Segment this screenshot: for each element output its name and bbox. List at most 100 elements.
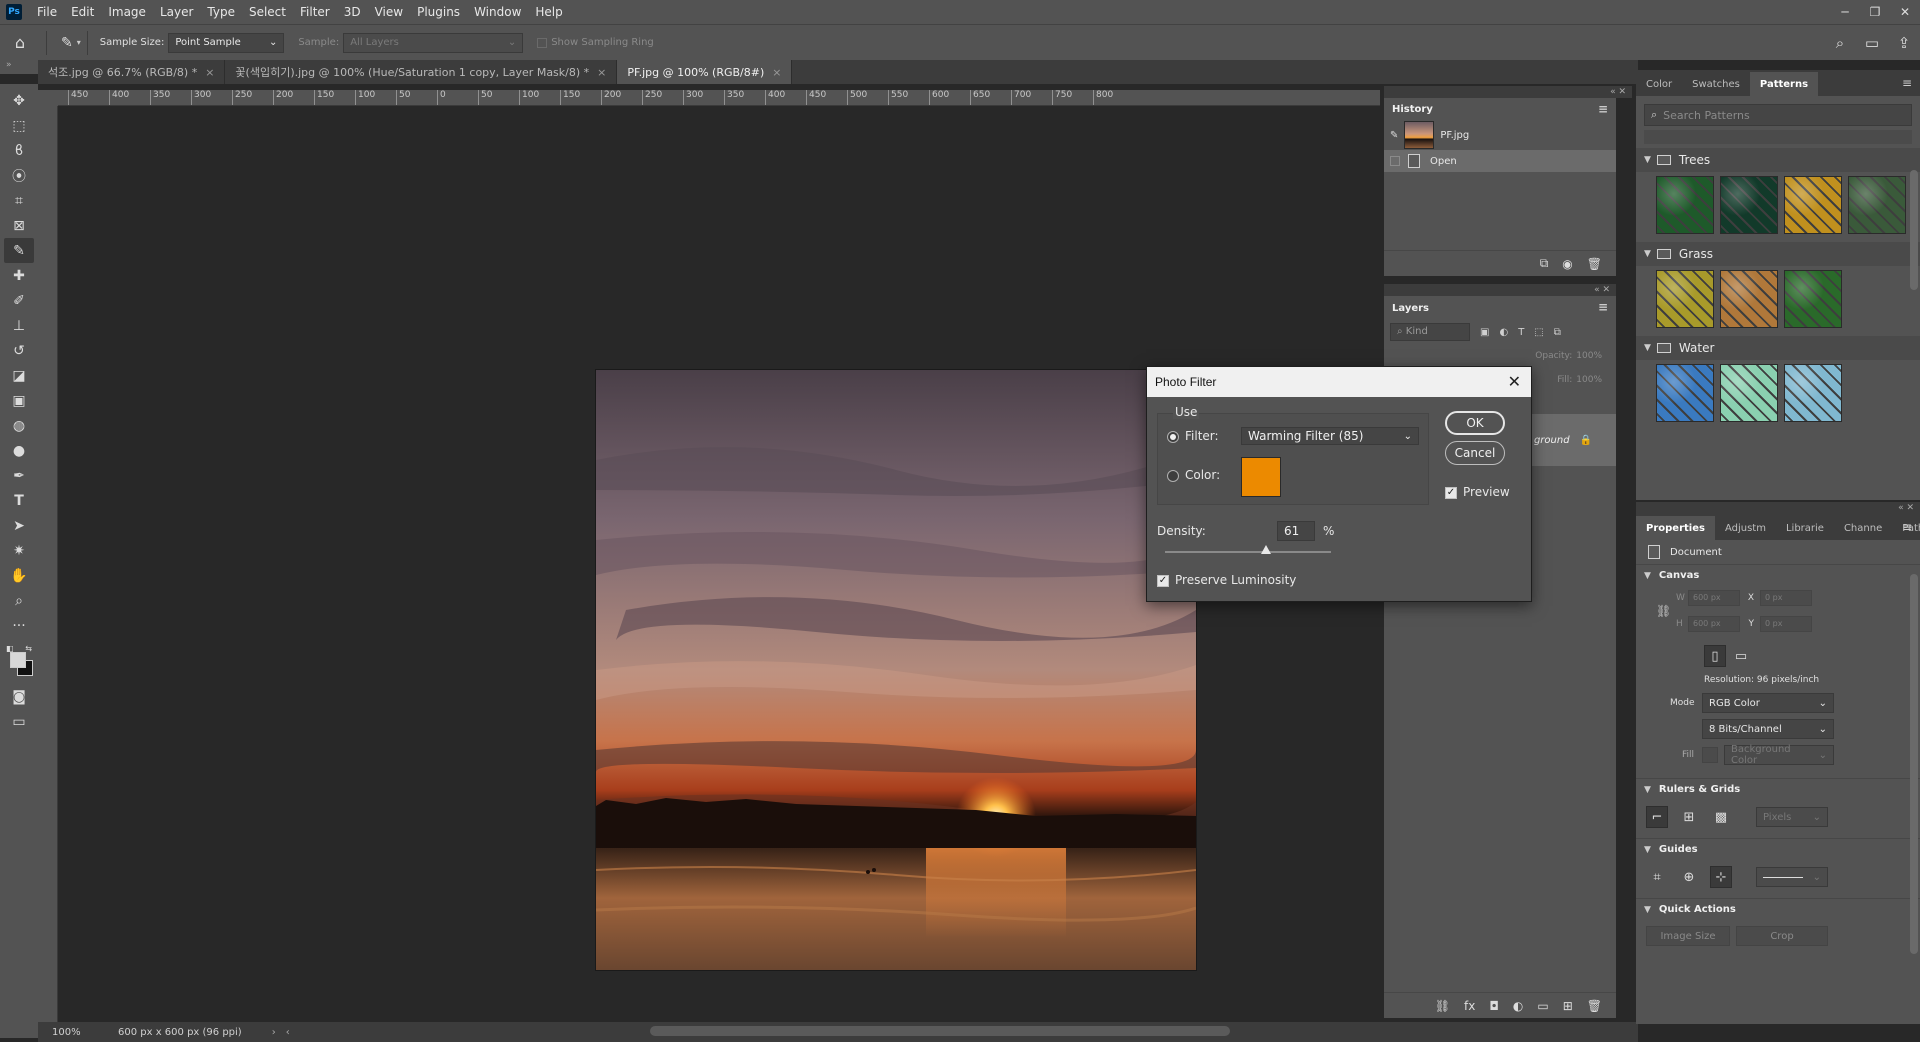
pattern-swatch[interactable] <box>1656 270 1714 328</box>
marquee-tool-icon[interactable]: ⬚ <box>4 113 34 138</box>
history-snapshot[interactable]: ✎ PF.jpg <box>1384 120 1616 150</box>
guides-section-header[interactable]: ▼ Guides <box>1636 838 1920 860</box>
fill-value[interactable]: 100% <box>1576 375 1602 385</box>
chevron-down-icon[interactable]: ▾ <box>77 38 81 47</box>
tab-swatches[interactable]: Swatches <box>1682 72 1750 96</box>
pattern-swatch[interactable] <box>1720 270 1778 328</box>
link-layers-icon[interactable]: ⛓ <box>1435 999 1450 1013</box>
screen-mode-icon[interactable]: ▭ <box>4 709 34 734</box>
x-input[interactable]: 0 px <box>1760 590 1812 606</box>
density-slider-track[interactable] <box>1165 551 1331 553</box>
pattern-swatch[interactable] <box>1784 270 1842 328</box>
document-tab[interactable]: 꽃(색입히기).jpg @ 100% (Hue/Saturation 1 cop… <box>225 60 618 84</box>
search-icon[interactable]: ⌕ <box>1824 34 1856 52</box>
filter-smart-object-icon[interactable]: ⧉ <box>1554 327 1561 338</box>
minimize-icon[interactable]: ─ <box>1830 0 1860 24</box>
menu-filter[interactable]: Filter <box>293 0 337 24</box>
add-mask-icon[interactable]: ◘ <box>1489 999 1499 1013</box>
gradient-tool-icon[interactable]: ▣ <box>4 388 34 413</box>
panel-menu-icon[interactable]: ≡ <box>1598 300 1608 314</box>
filter-color-swatch[interactable] <box>1241 457 1281 497</box>
menu-help[interactable]: Help <box>528 0 569 24</box>
panel-menu-icon[interactable]: ≡ <box>1598 102 1608 116</box>
filter-type-icon[interactable]: T <box>1518 327 1524 338</box>
horizontal-scrollbar[interactable] <box>650 1026 1230 1036</box>
eyedropper-preset-icon[interactable]: ✎ <box>61 35 73 51</box>
workspace-icon[interactable]: ▭ <box>1856 34 1888 52</box>
density-input[interactable]: 61 <box>1277 521 1315 541</box>
menu-window[interactable]: Window <box>467 0 528 24</box>
menu-edit[interactable]: Edit <box>64 0 101 24</box>
pixel-grid-icon[interactable]: ▩ <box>1710 806 1732 828</box>
clone-stamp-tool-icon[interactable]: ⊥ <box>4 313 34 338</box>
patterns-scrollbar[interactable] <box>1910 170 1918 290</box>
menu-plugins[interactable]: Plugins <box>410 0 467 24</box>
move-tool-icon[interactable]: ✥ <box>4 88 34 113</box>
patterns-slider-track[interactable] <box>1644 130 1912 144</box>
history-step[interactable]: Open <box>1384 150 1616 172</box>
layers-collapse-icon[interactable]: « ✕ <box>1384 284 1616 296</box>
new-layer-icon[interactable]: ⊞ <box>1563 999 1573 1013</box>
density-slider-thumb[interactable] <box>1261 545 1272 554</box>
document-tab[interactable]: 석조.jpg @ 66.7% (RGB/8) * × <box>38 60 226 84</box>
filter-radio[interactable] <box>1167 431 1179 443</box>
new-group-icon[interactable]: ▭ <box>1537 999 1548 1013</box>
pattern-swatch[interactable] <box>1848 176 1906 234</box>
tab-channe[interactable]: Channe <box>1834 516 1892 540</box>
filter-select[interactable]: Warming Filter (85) ⌄ <box>1241 427 1419 445</box>
lasso-tool-icon[interactable]: ϐ <box>4 138 34 163</box>
show-sampling-ring-checkbox[interactable] <box>537 37 548 48</box>
panel-menu-icon[interactable]: ≡ <box>1902 520 1912 534</box>
pen-tool-icon[interactable]: ✒ <box>4 463 34 488</box>
lock-icon[interactable]: 🔒 <box>1580 435 1592 446</box>
camera-snapshot-icon[interactable]: ◉ <box>1562 257 1572 271</box>
pattern-swatch[interactable] <box>1720 176 1778 234</box>
ruler-toggle-icon[interactable]: ⌐ <box>1646 806 1668 828</box>
quick-actions-section-header[interactable]: ▼ Quick Actions <box>1636 898 1920 920</box>
eraser-tool-icon[interactable]: ◪ <box>4 363 34 388</box>
preserve-luminosity-checkbox[interactable]: ✓ <box>1157 575 1169 587</box>
canvas-section-header[interactable]: ▼ Canvas <box>1636 564 1920 586</box>
sunset-photo[interactable] <box>596 370 1196 970</box>
close-tab-icon[interactable]: × <box>205 66 214 79</box>
menu-view[interactable]: View <box>368 0 410 24</box>
shape-tool-icon[interactable]: ✷ <box>4 538 34 563</box>
restore-icon[interactable]: ❐ <box>1860 0 1890 24</box>
layer-style-icon[interactable]: fx <box>1464 999 1475 1013</box>
bit-depth-select[interactable]: 8 Bits/Channel ⌄ <box>1702 719 1834 739</box>
quick-mask-icon[interactable]: ◙ <box>4 684 34 709</box>
close-tab-icon[interactable]: × <box>772 66 781 79</box>
frame-tool-icon[interactable]: ⊠ <box>4 213 34 238</box>
eyedropper-tool-icon[interactable]: ✎ <box>4 238 34 263</box>
history-brush-tool-icon[interactable]: ↺ <box>4 338 34 363</box>
toolbar-collapse-icon[interactable]: » <box>0 60 38 74</box>
menu-file[interactable]: File <box>30 0 64 24</box>
portrait-orientation-icon[interactable]: ▯ <box>1704 645 1726 667</box>
history-step-checkbox[interactable] <box>1390 156 1400 166</box>
path-select-tool-icon[interactable]: ➤ <box>4 513 34 538</box>
quick-select-tool-icon[interactable]: ⦿ <box>4 163 34 188</box>
preview-checkbox[interactable]: ✓ <box>1445 487 1457 499</box>
guide-style-select[interactable]: ⌄ <box>1756 867 1828 887</box>
hand-tool-icon[interactable]: ✋ <box>4 563 34 588</box>
height-input[interactable]: 600 px <box>1688 616 1740 632</box>
rulers-grids-section-header[interactable]: ▼ Rulers & Grids <box>1636 778 1920 800</box>
menu-type[interactable]: Type <box>200 0 242 24</box>
filter-pixel-icon[interactable]: ▣ <box>1480 327 1489 338</box>
close-icon[interactable]: ✕ <box>1508 372 1521 392</box>
mode-select[interactable]: RGB Color ⌄ <box>1702 693 1834 713</box>
grid-icon[interactable]: ⊞ <box>1678 806 1700 828</box>
pattern-swatch[interactable] <box>1656 364 1714 422</box>
menu-image[interactable]: Image <box>101 0 153 24</box>
search-patterns-input[interactable]: ⌕ Search Patterns <box>1644 104 1912 126</box>
crop-tool-icon[interactable]: ⌗ <box>4 188 34 213</box>
home-icon[interactable]: ⌂ <box>0 33 40 52</box>
fill-select[interactable]: Background Color ⌄ <box>1724 744 1834 766</box>
foreground-color-swatch[interactable] <box>10 652 26 668</box>
fill-color-swatch[interactable] <box>1702 747 1718 763</box>
pattern-group-trees[interactable]: ▼ Trees <box>1636 148 1920 172</box>
pattern-swatch[interactable] <box>1784 364 1842 422</box>
menu-3d[interactable]: 3D <box>337 0 368 24</box>
properties-scrollbar[interactable] <box>1910 574 1918 954</box>
brush-tool-icon[interactable]: ✐ <box>4 288 34 313</box>
